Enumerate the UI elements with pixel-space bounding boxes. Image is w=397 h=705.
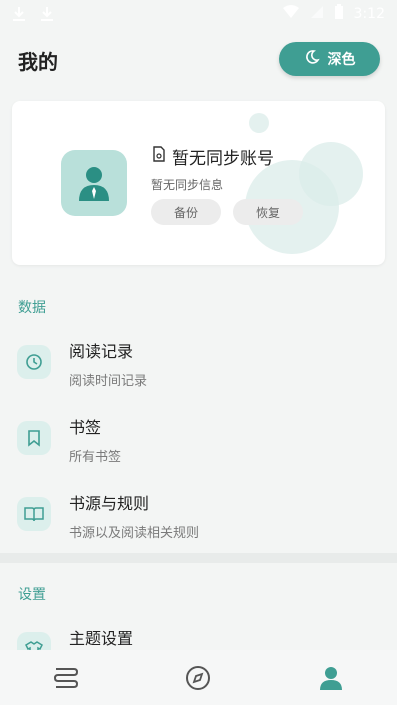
user-avatar-icon [79, 167, 109, 201]
status-time: 3:12 [353, 6, 385, 22]
nav-profile[interactable] [301, 650, 361, 705]
row-subtitle: 所有书签 [69, 450, 122, 465]
account-name[interactable]: 暂无同步账号 [152, 144, 274, 169]
shirt-icon [17, 632, 51, 650]
bookmark-icon [17, 421, 51, 455]
dark-mode-label: 深色 [327, 52, 356, 68]
section-title-data: 数据 [18, 300, 46, 316]
signal-icon [310, 5, 324, 23]
status-bar: 3:12 [0, 0, 397, 28]
book-sources-item[interactable]: 书源与规则 书源以及阅读相关规则 [0, 482, 397, 558]
wifi-icon [282, 5, 300, 23]
moon-icon [304, 49, 320, 69]
battery-icon [334, 4, 344, 24]
row-title: 书签 [69, 418, 102, 437]
bookmarks-item[interactable]: 书签 所有书签 [0, 406, 397, 482]
theme-settings-item[interactable]: 主题设置 [0, 617, 397, 650]
clock-icon [17, 345, 51, 379]
decorative-circle [299, 142, 363, 206]
account-subtitle: 暂无同步信息 [151, 178, 224, 192]
nav-bookshelf[interactable] [36, 650, 96, 705]
account-card[interactable]: 暂无同步账号 暂无同步信息 备份 恢复 [12, 101, 385, 265]
row-subtitle: 书源以及阅读相关规则 [69, 526, 200, 541]
avatar[interactable] [61, 150, 127, 216]
dark-mode-button[interactable]: 深色 [279, 42, 380, 76]
decorative-circle [249, 113, 269, 133]
row-title: 主题设置 [69, 629, 134, 648]
bottom-nav [0, 650, 397, 705]
backup-button[interactable]: 备份 [151, 199, 221, 225]
row-title: 阅读记录 [69, 342, 134, 361]
sync-file-icon [152, 146, 166, 167]
row-title: 书源与规则 [69, 494, 150, 513]
page-title: 我的 [18, 50, 58, 74]
account-name-text: 暂无同步账号 [172, 149, 274, 169]
section-divider [0, 553, 397, 563]
header: 我的 深色 [0, 28, 397, 88]
restore-button[interactable]: 恢复 [233, 199, 303, 225]
bookshelf-icon [54, 667, 79, 688]
open-book-icon [17, 497, 51, 531]
section-title-settings: 设置 [18, 587, 46, 603]
person-icon [319, 666, 342, 690]
download-icon [40, 6, 54, 22]
compass-icon [186, 665, 211, 690]
nav-discover[interactable] [168, 650, 228, 705]
download-icon [12, 6, 26, 22]
row-subtitle: 阅读时间记录 [69, 374, 148, 389]
reading-history-item[interactable]: 阅读记录 阅读时间记录 [0, 330, 397, 406]
